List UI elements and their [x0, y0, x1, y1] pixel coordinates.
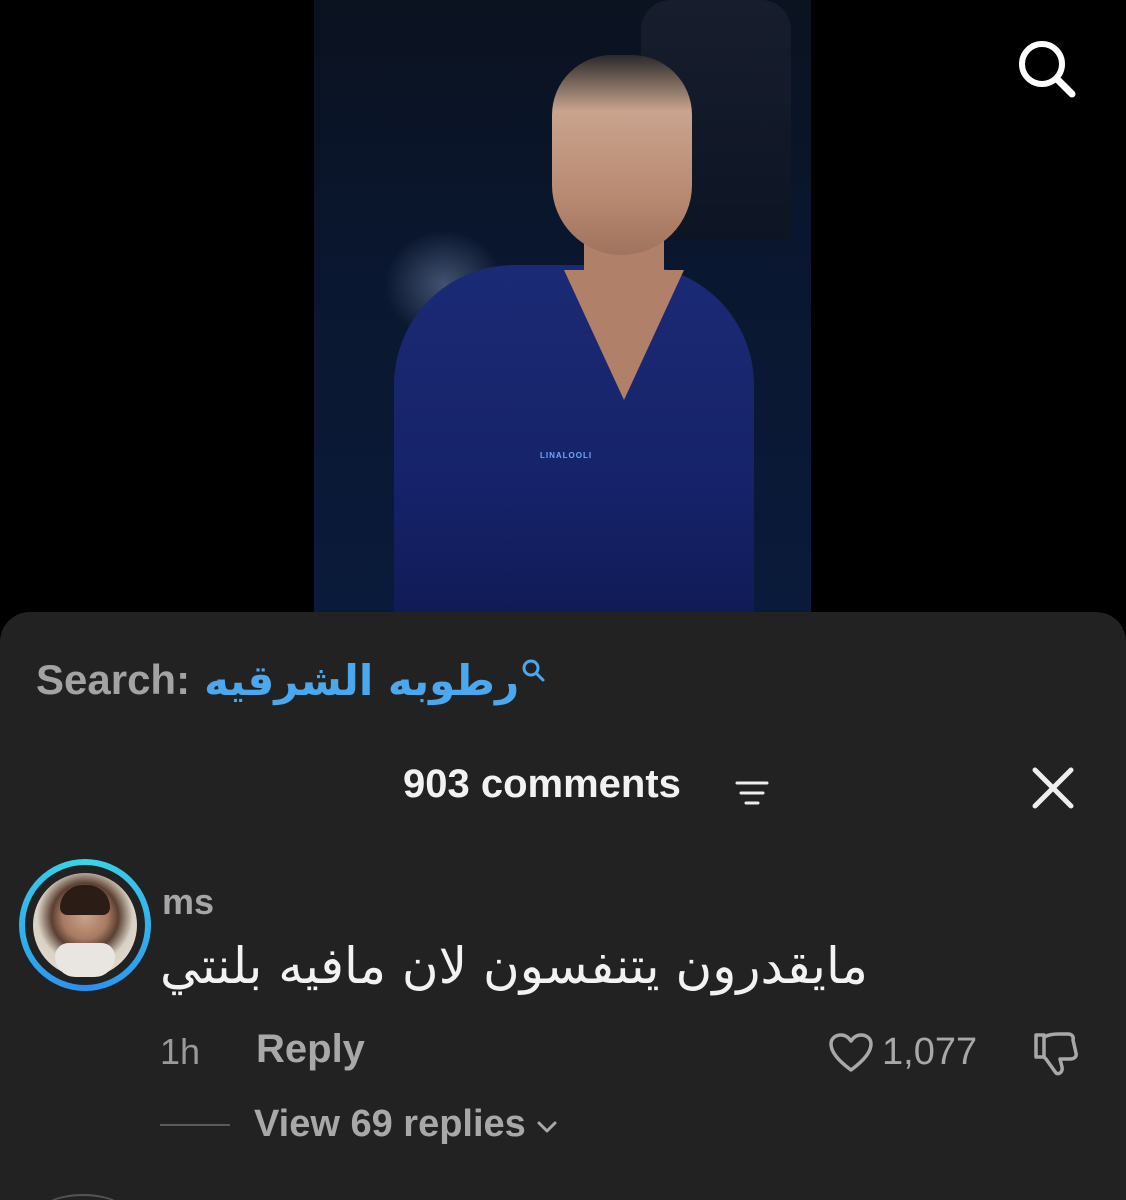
chevron-down-icon: [537, 1121, 557, 1132]
avatar: [33, 873, 137, 977]
video-player[interactable]: LINALOOLI: [314, 0, 811, 612]
like-count: 1,077: [882, 1031, 978, 1073]
video-subject-shirt: [394, 265, 754, 612]
search-icon: [522, 659, 545, 682]
avatar-ring-gap: [25, 865, 145, 985]
search-icon: [1019, 41, 1076, 98]
video-subject-head: [552, 55, 692, 255]
avatar-shirt: [55, 943, 115, 977]
heart-icon: [829, 1032, 873, 1072]
search-suggestion-label: Search:: [36, 656, 191, 703]
search-suggestion[interactable]: Search: رطوبه الشرقيه: [36, 650, 547, 710]
view-replies-button[interactable]: View 69 replies: [160, 1103, 558, 1146]
comments-header: 903 comments: [0, 760, 1126, 820]
video-watermark: LINALOOLI: [540, 451, 593, 460]
close-button[interactable]: [1025, 760, 1081, 816]
sort-filter-icon[interactable]: [735, 780, 769, 806]
avatar-ring[interactable]: [19, 859, 151, 991]
screen: LINALOOLI Search: رطوبه الشرقيه 903 comm…: [0, 0, 1126, 1200]
search-suggestion-query[interactable]: رطوبه الشرقيه: [204, 656, 519, 705]
view-replies-label: View 69 replies: [254, 1103, 526, 1145]
close-icon: [1032, 767, 1074, 809]
comment-text: مايقدرون يتنفسون لان مافيه بلنتي: [160, 937, 868, 995]
like-button[interactable]: 1,077: [828, 1031, 977, 1074]
comment-time: 1h: [160, 1031, 201, 1072]
dislike-button[interactable]: [1030, 1031, 1080, 1082]
comment-username[interactable]: ms: [162, 881, 214, 923]
comment-item: ms مايقدرون يتنفسون لان مافيه بلنتي 1h R…: [0, 855, 1126, 1155]
replies-divider: [160, 1123, 230, 1126]
avatar-hair: [60, 885, 110, 915]
thumbs-down-icon: [1034, 1032, 1078, 1076]
top-search-button[interactable]: [1012, 34, 1080, 102]
comments-count: 903 comments: [403, 762, 681, 806]
reply-button[interactable]: Reply: [256, 1027, 365, 1072]
